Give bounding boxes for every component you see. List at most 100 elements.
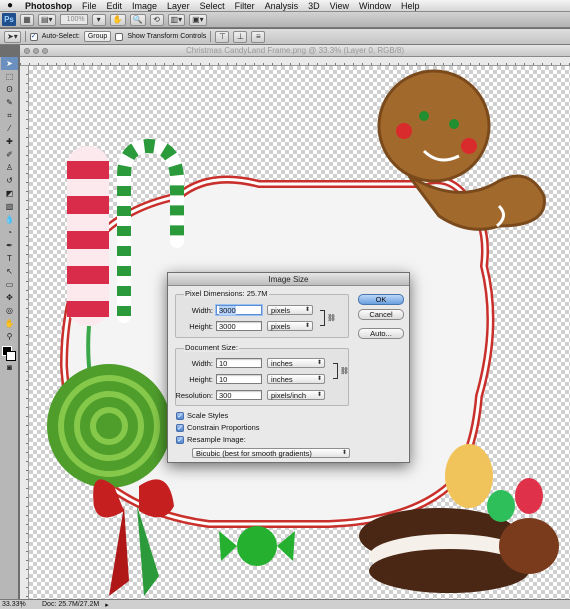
screen-mode-icon[interactable]: ▣▾ [189,13,207,26]
menu-analysis[interactable]: Analysis [260,1,304,11]
image-size-dialog: Image Size Pixel Dimensions: 25.7M Width… [167,272,410,463]
minimize-window-icon[interactable] [33,48,39,54]
view-extras-icon[interactable]: ▤▾ [38,13,56,26]
doc-height-unit-dropdown[interactable]: inches [267,374,325,384]
horizontal-ruler[interactable] [20,57,570,66]
menu-filter[interactable]: Filter [230,1,260,11]
resolution-unit-dropdown[interactable]: pixels/inch [267,390,325,400]
menu-select[interactable]: Select [195,1,230,11]
divider [210,31,212,42]
3d-orbit-tool-icon[interactable]: ◎ [1,304,18,317]
document-title: Christmas CandyLand Frame.png @ 33.3% (L… [186,46,404,55]
healing-brush-tool-icon[interactable]: ✚ [1,135,18,148]
move-tool-icon[interactable]: ➤ [1,57,18,70]
zoom-tool-icon[interactable]: 🔍 [129,13,146,26]
chain-link-icon: ⛓ [327,315,336,322]
auto-select-label: Auto-Select: [41,33,80,40]
pixel-dimensions-heading: Pixel Dimensions: 25.7M [184,289,269,298]
show-transform-checkbox[interactable] [115,32,124,41]
ok-button[interactable]: OK [358,294,404,305]
close-window-icon[interactable] [24,48,30,54]
lasso-tool-icon[interactable]: ʘ [1,83,18,96]
resolution-label: Resolution: [175,390,213,400]
quick-mask-icon[interactable]: ◙ [1,361,18,374]
auto-select-checkbox[interactable]: ✓ [29,32,38,41]
document-title-bar: Christmas CandyLand Frame.png @ 33.3% (L… [20,45,570,57]
resample-image-checkbox[interactable]: ✓ Resample Image: [176,435,246,444]
eyedropper-tool-icon[interactable]: ⁄ [1,122,18,135]
apple-menu-icon[interactable]: ● [0,0,20,11]
auto-select-mode-dropdown[interactable]: Group [83,31,112,42]
menu-edit[interactable]: Edit [102,1,128,11]
zoom-level-field[interactable]: 100% [59,14,88,25]
menu-layer[interactable]: Layer [162,1,195,11]
pixel-width-unit-dropdown[interactable]: pixels [267,305,313,315]
align-top-icon[interactable]: ⊤ [215,30,230,43]
dialog-title: Image Size [168,273,409,286]
dodge-tool-icon[interactable]: ◔ [1,226,18,239]
path-selection-tool-icon[interactable]: ↖ [1,265,18,278]
marquee-tool-icon[interactable]: ⬚ [1,70,18,83]
3d-rotate-tool-icon[interactable]: ✥ [1,291,18,304]
doc-width-unit-dropdown[interactable]: inches [267,358,325,368]
menu-window[interactable]: Window [354,1,396,11]
auto-button[interactable]: Auto... [358,328,404,339]
menu-3d[interactable]: 3D [303,1,325,11]
quick-selection-tool-icon[interactable]: ✎ [1,96,18,109]
pixel-height-label: Height: [189,321,213,331]
arrange-documents-icon[interactable]: ▥▾ [167,13,186,26]
resolution-input[interactable]: 300 [216,390,262,400]
background-color-swatch[interactable] [6,351,16,361]
doc-height-label: Height: [189,374,213,384]
zoom-tool-icon[interactable]: ⚲ [1,330,18,343]
align-bottom-icon[interactable]: ≡ [251,30,266,43]
menu-image[interactable]: Image [127,1,162,11]
scale-styles-checkbox[interactable]: ✓ Scale Styles [176,411,228,420]
hand-tool-icon[interactable]: ✋ [1,317,18,330]
menu-view[interactable]: View [325,1,354,11]
vertical-ruler[interactable] [20,66,29,599]
eraser-tool-icon[interactable]: ◩ [1,187,18,200]
resample-method-dropdown[interactable]: Bicubic (best for smooth gradients) [192,448,350,458]
launch-bridge-icon[interactable]: ▦ [20,13,34,26]
hand-tool-icon[interactable]: ✋ [109,13,126,26]
crop-tool-icon[interactable]: ⌗ [1,109,18,122]
history-brush-tool-icon[interactable]: ↺ [1,174,18,187]
shape-tool-icon[interactable]: ▭ [1,278,18,291]
status-bar: 33.33% Doc: 25.7M/27.2M ▸ [0,599,570,609]
candy-stick-image [67,146,109,326]
clone-stamp-tool-icon[interactable]: ♙ [1,161,18,174]
pixel-dimensions-value: 25.7M [246,289,268,298]
zoom-dropdown-icon[interactable]: ▾ [91,13,106,26]
checkmark-icon: ✓ [176,435,184,444]
document-size-readout[interactable]: Doc: 25.7M/27.2M [28,601,99,608]
status-menu-arrow-icon[interactable]: ▸ [105,601,109,609]
align-middle-icon[interactable]: ⊥ [233,30,248,43]
document-size-label: Document Size: [184,343,239,352]
type-tool-icon[interactable]: T [1,252,18,265]
constrain-proportions-checkbox[interactable]: ✓ Constrain Proportions [176,423,260,432]
doc-link-bracket [333,363,338,379]
zoom-window-icon[interactable] [42,48,48,54]
pixel-height-unit-dropdown[interactable]: pixels [267,321,313,331]
doc-height-input[interactable]: 10 [216,374,262,384]
gradient-tool-icon[interactable]: ▧ [1,200,18,213]
photoshop-logo-icon: Ps [2,13,16,26]
pixel-height-input[interactable]: 3000 [216,321,262,331]
pixel-width-input[interactable]: 3000 [216,305,262,315]
doc-width-input[interactable]: 10 [216,358,262,368]
cancel-button[interactable]: Cancel [358,309,404,320]
rotate-view-icon[interactable]: ⟲ [149,13,164,26]
wrapped-candy-image [219,526,295,566]
scale-styles-label: Scale Styles [187,411,229,420]
checkmark-icon: ✓ [176,411,184,420]
move-tool-preset-icon[interactable]: ➤▾ [4,30,21,43]
show-transform-label: Show Transform Controls [127,33,207,40]
zoom-readout[interactable]: 33.33% [2,601,26,608]
brush-tool-icon[interactable]: ✐ [1,148,18,161]
menu-help[interactable]: Help [396,1,425,11]
pen-tool-icon[interactable]: ✒ [1,239,18,252]
menu-file[interactable]: File [77,1,102,11]
menu-photoshop[interactable]: Photoshop [20,1,77,11]
blur-tool-icon[interactable]: 💧 [1,213,18,226]
